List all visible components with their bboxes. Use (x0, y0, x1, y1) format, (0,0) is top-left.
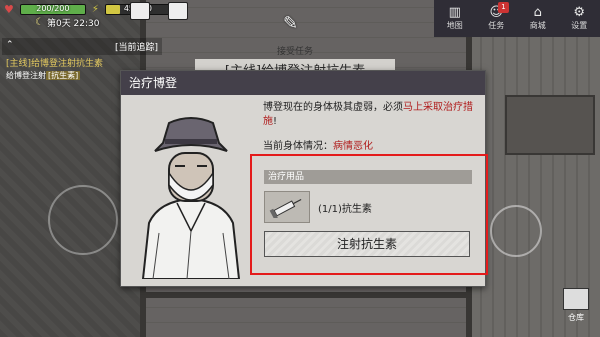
menu-item-shop[interactable]: ⌂ 商城 (517, 0, 559, 37)
tracker-header: ⌃ [当前追踪] (2, 38, 162, 55)
condition-label: 当前身体情况： (263, 141, 333, 152)
shop-icon: ⌂ (533, 5, 542, 20)
lightning-icon: ⚡ (91, 4, 99, 15)
desc-end: ! (273, 116, 278, 127)
menu-label: 地图 (446, 21, 463, 30)
condition-description: 博登现在的身体极其虚弱，必须马上采取治疗措施! (263, 101, 473, 129)
backpack-icon[interactable] (130, 2, 150, 20)
inject-button[interactable]: 注射抗生素 (264, 231, 470, 257)
notification-badge: 1 (498, 2, 509, 13)
item-label: (1/1)抗生素 (318, 203, 372, 215)
chevron-up-icon: ⌃ (6, 40, 14, 50)
top-menu: ▥ 地图 ☺ 任务 1 ⌂ 商城 ⚙ 设置 (434, 0, 600, 37)
storage-button[interactable]: 仓库 (556, 288, 596, 323)
condition-status: 当前身体情况：病情恶化 (263, 137, 373, 152)
tracker-quest: [主线]给博登注射抗生素 (6, 59, 104, 69)
day-label: 第0天 22:30 (46, 19, 100, 29)
menu-item-tasks[interactable]: ☺ 任务 1 (476, 0, 518, 37)
storage-label: 仓库 (568, 313, 584, 322)
menu-item-settings[interactable]: ⚙ 设置 (559, 0, 600, 37)
syringe-icon (264, 191, 310, 223)
box-icon (563, 288, 589, 310)
backpack-icon[interactable] (168, 2, 188, 20)
menu-label: 商城 (529, 21, 546, 30)
condition-value: 病情恶化 (333, 141, 373, 152)
quick-icons (130, 2, 188, 20)
portrait-image (129, 103, 253, 279)
banner-caption: 接受任务 (276, 47, 313, 57)
scroll-icon: ✎ (283, 13, 299, 34)
objective-text: 给博登注射 (6, 71, 46, 80)
health-text: 200/200 (36, 4, 70, 13)
desc-text: 博登现在的身体极其虚弱，必须 (263, 102, 403, 113)
gear-icon: ⚙ (573, 5, 586, 20)
tracker-head-label: [当前追踪] (114, 43, 158, 53)
menu-item-map[interactable]: ▥ 地图 (434, 0, 476, 37)
supplies-panel: 治疗用品 (1/1)抗生素 注射抗生素 (264, 170, 472, 257)
map-icon: ▥ (448, 5, 461, 20)
supplies-title: 治疗用品 (264, 170, 472, 184)
supply-item: (1/1)抗生素 (264, 191, 472, 223)
heart-icon: ♥ (4, 3, 14, 16)
dialog-title: 治疗博登 (121, 71, 485, 95)
menu-label: 设置 (571, 21, 588, 30)
health-bar: 200/200 (19, 4, 86, 15)
joystick[interactable] (48, 185, 118, 255)
treatment-dialog: 治疗博登 博登现在的身体极其虚弱，必须马上采取治疗措施! 当前身体情况：病情恶化… (120, 70, 486, 287)
day-clock: ☾ 第0天 22:30 (35, 16, 100, 29)
moon-icon: ☾ (35, 17, 44, 28)
objective-item: [抗生素] (46, 71, 81, 80)
menu-label: 任务 (488, 21, 505, 30)
action-button[interactable] (490, 205, 542, 257)
